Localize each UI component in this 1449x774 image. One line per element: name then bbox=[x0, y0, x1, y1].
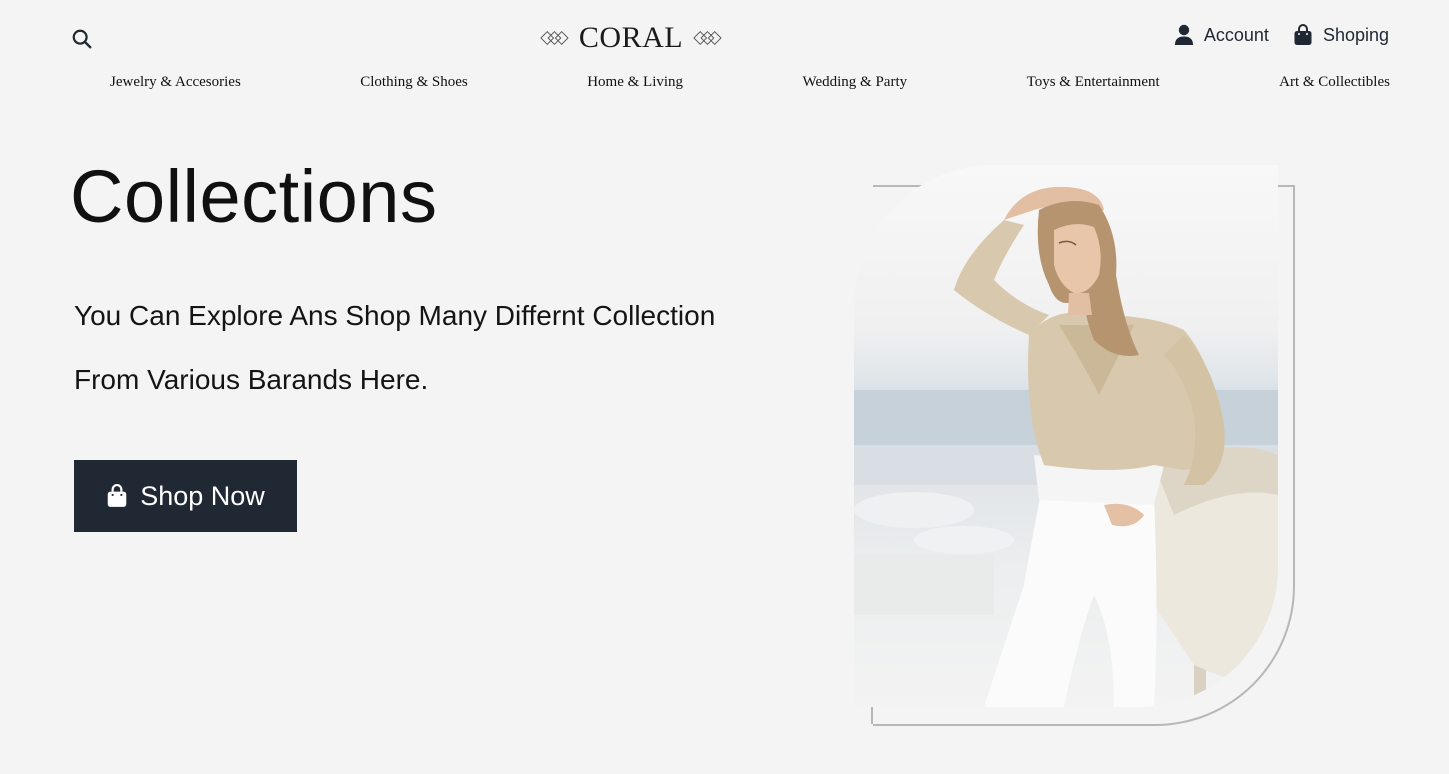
hero-subtitle-line-2: From Various Barands Here. bbox=[74, 364, 429, 395]
nav-item-jewelry[interactable]: Jewelry & Accesories bbox=[110, 74, 241, 91]
diamond-ornament-icon bbox=[693, 31, 722, 45]
shop-now-label: Shop Now bbox=[140, 480, 265, 511]
user-icon bbox=[1174, 24, 1193, 45]
site-header: CORAL Account Shoping Jewelry & Accesori… bbox=[0, 0, 1449, 110]
shopping-link[interactable]: Shoping bbox=[1293, 24, 1389, 46]
search-button[interactable] bbox=[70, 27, 94, 51]
nav-item-clothing[interactable]: Clothing & Shoes bbox=[360, 74, 468, 91]
search-icon bbox=[72, 29, 92, 49]
nav-item-home[interactable]: Home & Living bbox=[587, 74, 683, 91]
nav-item-art[interactable]: Art & Collectibles bbox=[1279, 74, 1390, 91]
diamond-ornament-icon bbox=[540, 31, 569, 45]
site-logo[interactable]: CORAL bbox=[540, 18, 722, 58]
account-label: Account bbox=[1203, 24, 1269, 45]
hero-image bbox=[854, 165, 1278, 707]
model-photo-illustration bbox=[854, 186, 1278, 707]
hero-image-container bbox=[854, 165, 1278, 707]
logo-text: CORAL bbox=[578, 21, 684, 54]
category-nav: Jewelry & Accesories Clothing & Shoes Ho… bbox=[110, 74, 1390, 91]
hero-title: Collections bbox=[70, 155, 438, 238]
shopping-bag-icon bbox=[1294, 24, 1312, 45]
nav-item-toys[interactable]: Toys & Entertainment bbox=[1027, 74, 1160, 91]
hero-subtitle-line-1: You Can Explore Ans Shop Many Differnt C… bbox=[74, 300, 716, 331]
header-actions: Account Shoping bbox=[1174, 24, 1389, 46]
shopping-bag-icon bbox=[107, 484, 127, 507]
nav-item-wedding[interactable]: Wedding & Party bbox=[803, 74, 908, 91]
hero-subtitle: You Can Explore Ans Shop Many Differnt C… bbox=[70, 284, 830, 412]
shop-now-button[interactable]: Shop Now bbox=[74, 460, 297, 532]
account-link[interactable]: Account bbox=[1174, 24, 1269, 46]
hero-text: Collections You Can Explore Ans Shop Man… bbox=[70, 150, 830, 412]
shopping-label: Shoping bbox=[1322, 24, 1389, 45]
